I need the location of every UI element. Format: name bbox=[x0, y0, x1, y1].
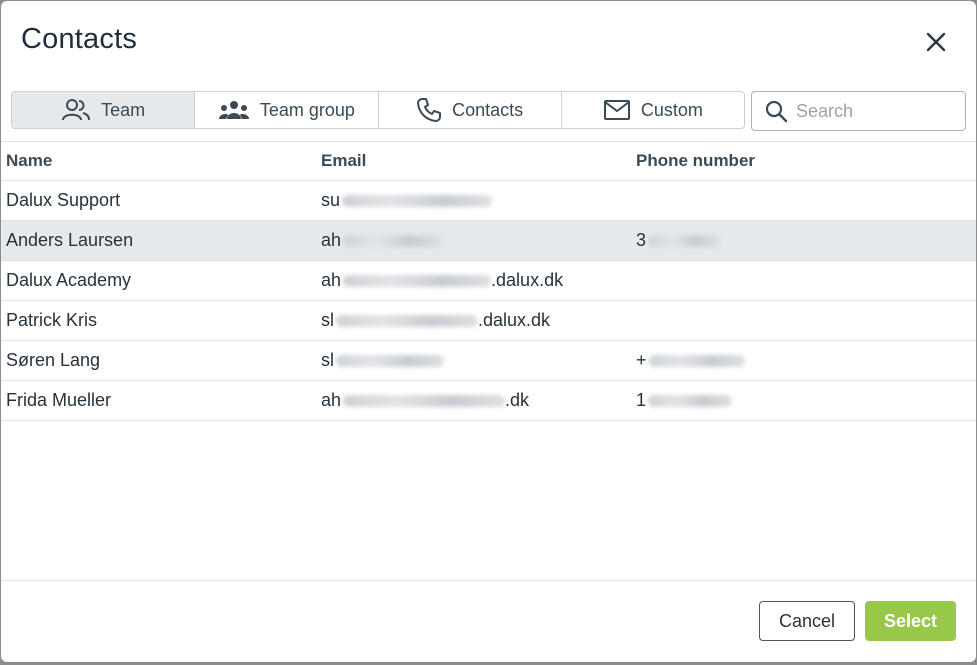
contact-email: ah .dk bbox=[321, 381, 529, 420]
email-prefix: ah bbox=[321, 230, 342, 250]
contact-name: Patrick Kris bbox=[6, 310, 98, 330]
table-header: Name Email Phone number bbox=[1, 142, 976, 181]
table-row[interactable]: Dalux Academy ah .dalux.dk bbox=[1, 261, 976, 301]
contact-email: sl .dalux.dk bbox=[321, 301, 550, 340]
email-suffix: .dk bbox=[505, 390, 530, 410]
column-header-name[interactable]: Name bbox=[6, 142, 52, 180]
redacted-text bbox=[343, 274, 492, 287]
search-box bbox=[751, 91, 966, 131]
contact-phone: 1 bbox=[636, 381, 733, 420]
tab-contacts[interactable]: Contacts bbox=[379, 92, 562, 128]
redacted-text bbox=[648, 234, 721, 247]
redacted-text bbox=[336, 314, 478, 327]
email-suffix: .dalux.dk bbox=[491, 270, 564, 290]
tab-team[interactable]: Team bbox=[12, 92, 196, 128]
mail-icon bbox=[603, 100, 630, 120]
email-suffix: .dalux.dk bbox=[478, 310, 551, 330]
redacted-text bbox=[343, 394, 506, 407]
redacted-text bbox=[648, 394, 733, 407]
contact-phone: + bbox=[636, 341, 745, 380]
close-button[interactable] bbox=[919, 25, 953, 59]
footer-divider bbox=[1, 580, 976, 581]
phone-prefix: 3 bbox=[636, 230, 647, 250]
contact-name: Frida Mueller bbox=[6, 390, 112, 410]
table-row[interactable]: Frida Mueller ah .dk 1 bbox=[1, 381, 976, 421]
table-row[interactable]: Dalux Support su bbox=[1, 181, 976, 221]
redacted-text bbox=[343, 234, 444, 247]
phone-prefix: 1 bbox=[636, 390, 647, 410]
contact-email: ah bbox=[321, 221, 444, 260]
team-group-icon bbox=[218, 101, 249, 119]
cancel-button[interactable]: Cancel bbox=[759, 601, 855, 641]
tab-team-label: Team bbox=[101, 99, 146, 120]
close-icon bbox=[926, 32, 946, 52]
search-input[interactable] bbox=[794, 99, 958, 123]
contacts-table: Name Email Phone number Dalux Support su… bbox=[1, 141, 976, 421]
contact-email: ah .dalux.dk bbox=[321, 261, 563, 300]
redacted-text bbox=[648, 354, 745, 367]
email-prefix: ah bbox=[321, 390, 342, 410]
contact-email: sl bbox=[321, 341, 444, 380]
tab-contacts-label: Contacts bbox=[452, 99, 524, 120]
dialog-title: Contacts bbox=[21, 23, 138, 55]
team-icon bbox=[62, 99, 91, 121]
redacted-text bbox=[336, 354, 444, 367]
contact-name: Søren Lang bbox=[6, 350, 101, 370]
tab-team-group[interactable]: Team group bbox=[195, 92, 379, 128]
tab-custom-label: Custom bbox=[640, 99, 703, 120]
contact-email: su bbox=[321, 181, 493, 220]
table-row[interactable]: Anders Laursen ah 3 bbox=[1, 221, 976, 261]
table-row[interactable]: Patrick Kris sl .dalux.dk bbox=[1, 301, 976, 341]
contact-name: Dalux Support bbox=[6, 190, 121, 210]
tab-bar: Team Team group Contacts Custom bbox=[11, 91, 745, 129]
column-header-phone[interactable]: Phone number bbox=[636, 142, 755, 180]
contact-phone: 3 bbox=[636, 221, 721, 260]
table-row[interactable]: Søren Lang sl + bbox=[1, 341, 976, 381]
tab-custom[interactable]: Custom bbox=[562, 92, 744, 128]
email-prefix: sl bbox=[321, 310, 334, 330]
contacts-dialog: Contacts Team Team group Contacts Custom… bbox=[1, 1, 976, 662]
search-icon bbox=[765, 100, 788, 123]
tab-team-group-label: Team group bbox=[259, 99, 355, 120]
phone-prefix: + bbox=[636, 350, 647, 370]
select-button[interactable]: Select bbox=[865, 601, 956, 641]
column-header-email[interactable]: Email bbox=[321, 142, 366, 180]
contact-name: Anders Laursen bbox=[6, 230, 134, 250]
email-prefix: sl bbox=[321, 350, 334, 370]
email-prefix: su bbox=[321, 190, 341, 210]
phone-icon bbox=[417, 98, 442, 122]
redacted-text bbox=[342, 194, 493, 207]
email-prefix: ah bbox=[321, 270, 342, 290]
contact-name: Dalux Academy bbox=[6, 270, 132, 290]
